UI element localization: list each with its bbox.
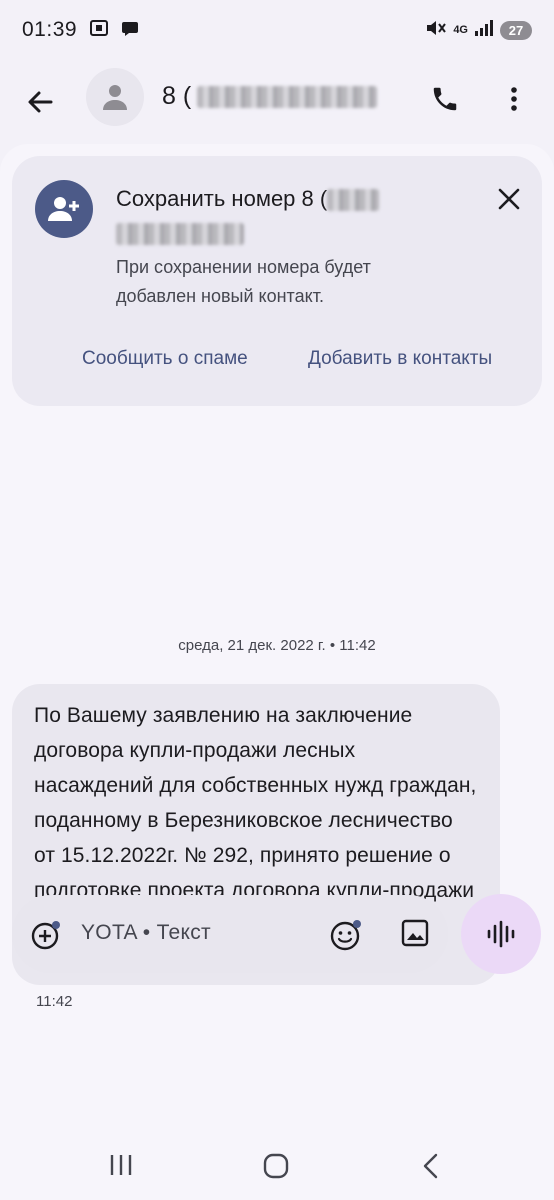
avatar[interactable]	[86, 68, 144, 126]
save-number-card: Сохранить номер 8 ( При сохранении номер…	[12, 156, 542, 406]
add-circle-icon	[31, 921, 60, 950]
signal-icon	[474, 19, 494, 42]
system-nav-bar	[0, 1136, 554, 1196]
emoji-button[interactable]	[330, 918, 364, 952]
back-nav-button[interactable]	[420, 1152, 442, 1185]
add-to-contacts-button[interactable]: Добавить в контакты	[308, 348, 492, 370]
back-icon	[423, 1153, 438, 1179]
chat-icon	[121, 19, 139, 42]
home-button[interactable]	[262, 1152, 290, 1185]
conversation-header: 8 (	[0, 62, 554, 134]
more-options-button[interactable]	[502, 82, 526, 116]
phone-icon	[433, 87, 457, 111]
status-time: 01:39	[22, 18, 78, 41]
recent-apps-button[interactable]	[108, 1152, 134, 1183]
status-bar: 01:39 4G 27	[0, 0, 554, 60]
report-spam-button[interactable]: Сообщить о спаме	[82, 348, 248, 370]
add-attachment-button[interactable]	[30, 919, 62, 951]
date-separator: среда, 21 дек. 2022 г. • 11:42	[178, 637, 376, 654]
gallery-icon	[401, 919, 429, 947]
redacted-number	[197, 85, 378, 108]
message-time: 11:42	[36, 993, 73, 1010]
close-icon	[498, 188, 520, 210]
call-button[interactable]	[428, 82, 462, 116]
more-vert-icon	[511, 87, 517, 111]
save-contact-avatar	[35, 180, 93, 238]
redacted-number-part2	[116, 223, 244, 246]
save-number-description: При сохранении номера будет добавлен нов…	[116, 257, 371, 306]
emoji-icon	[330, 920, 361, 951]
back-button[interactable]	[22, 84, 58, 120]
screenshot-icon	[89, 18, 109, 43]
save-number-title: Сохранить номер 8 (	[116, 182, 416, 250]
person-icon	[103, 85, 127, 110]
contact-name[interactable]: 8 (	[162, 82, 378, 111]
save-title-text: Сохранить номер 8 (	[116, 186, 328, 211]
voice-message-button[interactable]	[461, 894, 541, 974]
mute-icon	[425, 18, 447, 43]
network-type: 4G	[453, 24, 468, 36]
arrow-left-icon	[28, 91, 53, 113]
compose-bar: YOTA • Текст	[12, 895, 448, 973]
home-icon	[263, 1153, 289, 1179]
status-right: 4G 27	[425, 18, 532, 43]
status-left: 01:39	[22, 18, 139, 43]
voice-icon	[487, 920, 515, 948]
person-add-icon	[48, 197, 79, 221]
redacted-number-part1	[327, 189, 380, 212]
gallery-button[interactable]	[400, 918, 432, 950]
recent-apps-icon	[110, 1155, 132, 1175]
close-button[interactable]	[492, 182, 526, 216]
contact-number-prefix: 8 (	[162, 82, 192, 110]
message-input[interactable]: YOTA • Текст	[81, 921, 211, 945]
conversation-content: Сохранить номер 8 ( При сохранении номер…	[0, 144, 554, 1200]
battery-level: 27	[500, 20, 532, 40]
